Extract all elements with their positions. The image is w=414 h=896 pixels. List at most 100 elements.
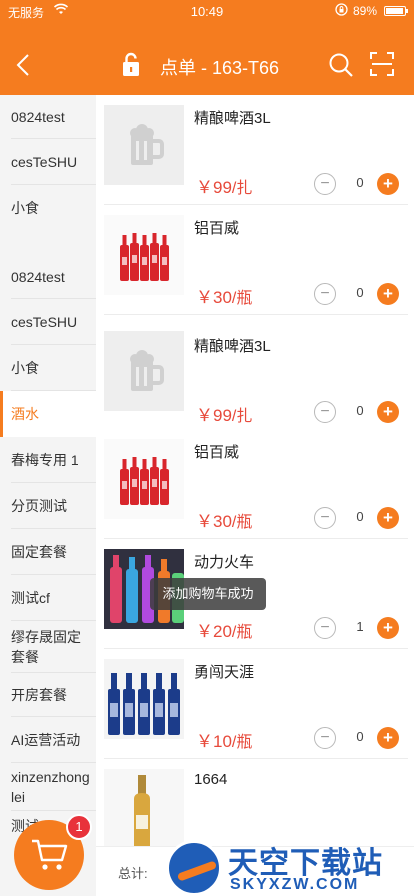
product-list[interactable]: 精酿啤酒3L ￥99/扎 − 0 + 铝百威 ￥30/瓶 − 0 + 精酿啤酒3…: [96, 95, 414, 896]
category-item[interactable]: 开房套餐: [0, 673, 96, 717]
product-item[interactable]: 勇闯天涯 ￥10/瓶 − 0 +: [96, 649, 414, 759]
cart-icon: [32, 839, 68, 870]
category-item[interactable]: 固定套餐: [0, 529, 96, 575]
decrease-button[interactable]: −: [314, 617, 336, 639]
search-icon[interactable]: [328, 52, 354, 78]
product-name: 精酿啤酒3L: [194, 338, 271, 355]
product-item[interactable]: 铝百威 ￥30/瓶 − 0 +: [96, 205, 414, 315]
scan-icon[interactable]: [370, 52, 394, 76]
category-label: 0824test: [11, 109, 65, 125]
watermark-domain: SKYXZW.COM: [230, 876, 360, 893]
increase-button[interactable]: +: [377, 173, 399, 195]
category-item[interactable]: 缪存晟固定套餐: [0, 621, 96, 673]
category-label: 测试cf: [11, 590, 50, 606]
page-title: 点单 - 163-T66: [160, 58, 280, 78]
globe-icon: [166, 840, 222, 896]
watermark-logo: 天空下载站 SKYXZW.COM: [166, 838, 414, 896]
product-price: ￥30/瓶: [196, 283, 252, 308]
price-unit: /扎: [231, 408, 253, 425]
nav-bar: 点单 - 163-T66: [0, 40, 414, 90]
red-bottles-photo: [104, 439, 184, 519]
price-unit: /瓶: [231, 290, 253, 307]
category-label: 0824test: [11, 269, 65, 285]
category-item[interactable]: 0824test: [0, 95, 96, 139]
price-amount: ￥99: [196, 178, 232, 197]
price-amount: ￥30: [196, 512, 232, 531]
toast-message: 添加购物车成功: [150, 578, 266, 610]
battery-percent: 89%: [353, 4, 378, 18]
product-price: ￥30/瓶: [196, 507, 252, 532]
status-bar: 无服务 10:49 89%: [0, 0, 414, 24]
cart-count-badge: 1: [66, 814, 92, 840]
category-item[interactable]: cesTeSHU: [0, 139, 96, 185]
top-bar: 无服务 10:49 89% 点单 - 163-T66: [0, 0, 414, 95]
price-amount: ￥10: [196, 732, 232, 751]
category-label: 小食: [11, 360, 39, 376]
quantity-value: 0: [356, 403, 364, 418]
product-item[interactable]: 精酿啤酒3L ￥99/扎 − 0 +: [96, 315, 414, 426]
price-amount: ￥30: [196, 288, 232, 307]
product-name: 动力火车: [194, 554, 255, 571]
decrease-button[interactable]: −: [314, 173, 336, 195]
increase-button[interactable]: +: [377, 283, 399, 305]
price-amount: ￥99: [196, 406, 232, 425]
back-chevron-icon[interactable]: [12, 50, 36, 80]
product-price: ￥99/扎: [196, 173, 252, 198]
category-item[interactable]: 0824test: [0, 255, 96, 299]
clock-time: 10:49: [190, 4, 224, 19]
lock-icon[interactable]: [120, 52, 142, 78]
product-price: ￥20/瓶: [196, 617, 252, 642]
category-label: 春梅专用 1: [11, 452, 79, 468]
increase-button[interactable]: +: [377, 401, 399, 423]
increase-button[interactable]: +: [377, 727, 399, 749]
product-item[interactable]: 精酿啤酒3L ￥99/扎 − 0 +: [96, 95, 414, 205]
category-label: 分页测试: [11, 498, 67, 514]
beer-mug-placeholder-icon: [104, 331, 184, 411]
category-item[interactable]: 小食: [0, 345, 96, 391]
category-label: AI运营活动: [11, 732, 81, 748]
category-label: 缪存晟固定套餐: [11, 629, 81, 665]
category-item[interactable]: 测试cf: [0, 575, 96, 621]
product-name: 勇闯天涯: [194, 664, 255, 681]
category-item[interactable]: cesTeSHU: [0, 299, 96, 345]
product-item[interactable]: 铝百威 ￥30/瓶 − 0 +: [96, 429, 414, 539]
quantity-value: 0: [356, 285, 364, 300]
decrease-button[interactable]: −: [314, 507, 336, 529]
category-item[interactable]: 小食: [0, 185, 96, 231]
price-unit: /扎: [231, 180, 253, 197]
category-item[interactable]: 春梅专用 1: [0, 437, 96, 483]
product-price: ￥10/瓶: [196, 727, 252, 752]
red-bottles-photo: [104, 215, 184, 295]
category-sidebar[interactable]: 0824test cesTeSHU 小食 0824test cesTeSHU 小…: [0, 95, 96, 896]
category-label: 开房套餐: [11, 687, 67, 703]
price-unit: /瓶: [231, 514, 253, 531]
decrease-button[interactable]: −: [314, 727, 336, 749]
category-label: 酒水: [11, 406, 39, 422]
battery-icon: [384, 6, 408, 16]
total-label: 总计:: [118, 866, 148, 881]
wine-bottle-photo: [104, 769, 184, 849]
price-unit: /瓶: [231, 734, 253, 751]
increase-button[interactable]: +: [377, 617, 399, 639]
product-name: 精酿啤酒3L: [194, 110, 271, 127]
category-label: 小食: [11, 200, 39, 216]
blue-bottles-photo: [104, 659, 184, 739]
quantity-value: 0: [356, 175, 364, 190]
decrease-button[interactable]: −: [314, 401, 336, 423]
product-name: 铝百威: [194, 444, 240, 461]
quantity-value: 1: [356, 619, 364, 634]
price-amount: ￥20: [196, 622, 232, 641]
decrease-button[interactable]: −: [314, 283, 336, 305]
category-item[interactable]: AI运营活动: [0, 717, 96, 763]
category-label: cesTeSHU: [11, 154, 78, 170]
category-label: xinzenzhonglei: [11, 769, 90, 805]
category-item[interactable]: xinzenzhonglei: [0, 763, 96, 811]
increase-button[interactable]: +: [377, 507, 399, 529]
category-label: 固定套餐: [11, 544, 67, 560]
category-label: cesTeSHU: [11, 314, 78, 330]
rotation-lock-icon: [335, 3, 348, 19]
product-name: 1664: [194, 771, 228, 788]
product-price: ￥99/扎: [196, 401, 252, 426]
category-item-active[interactable]: 酒水: [0, 391, 96, 437]
category-item[interactable]: 分页测试: [0, 483, 96, 529]
